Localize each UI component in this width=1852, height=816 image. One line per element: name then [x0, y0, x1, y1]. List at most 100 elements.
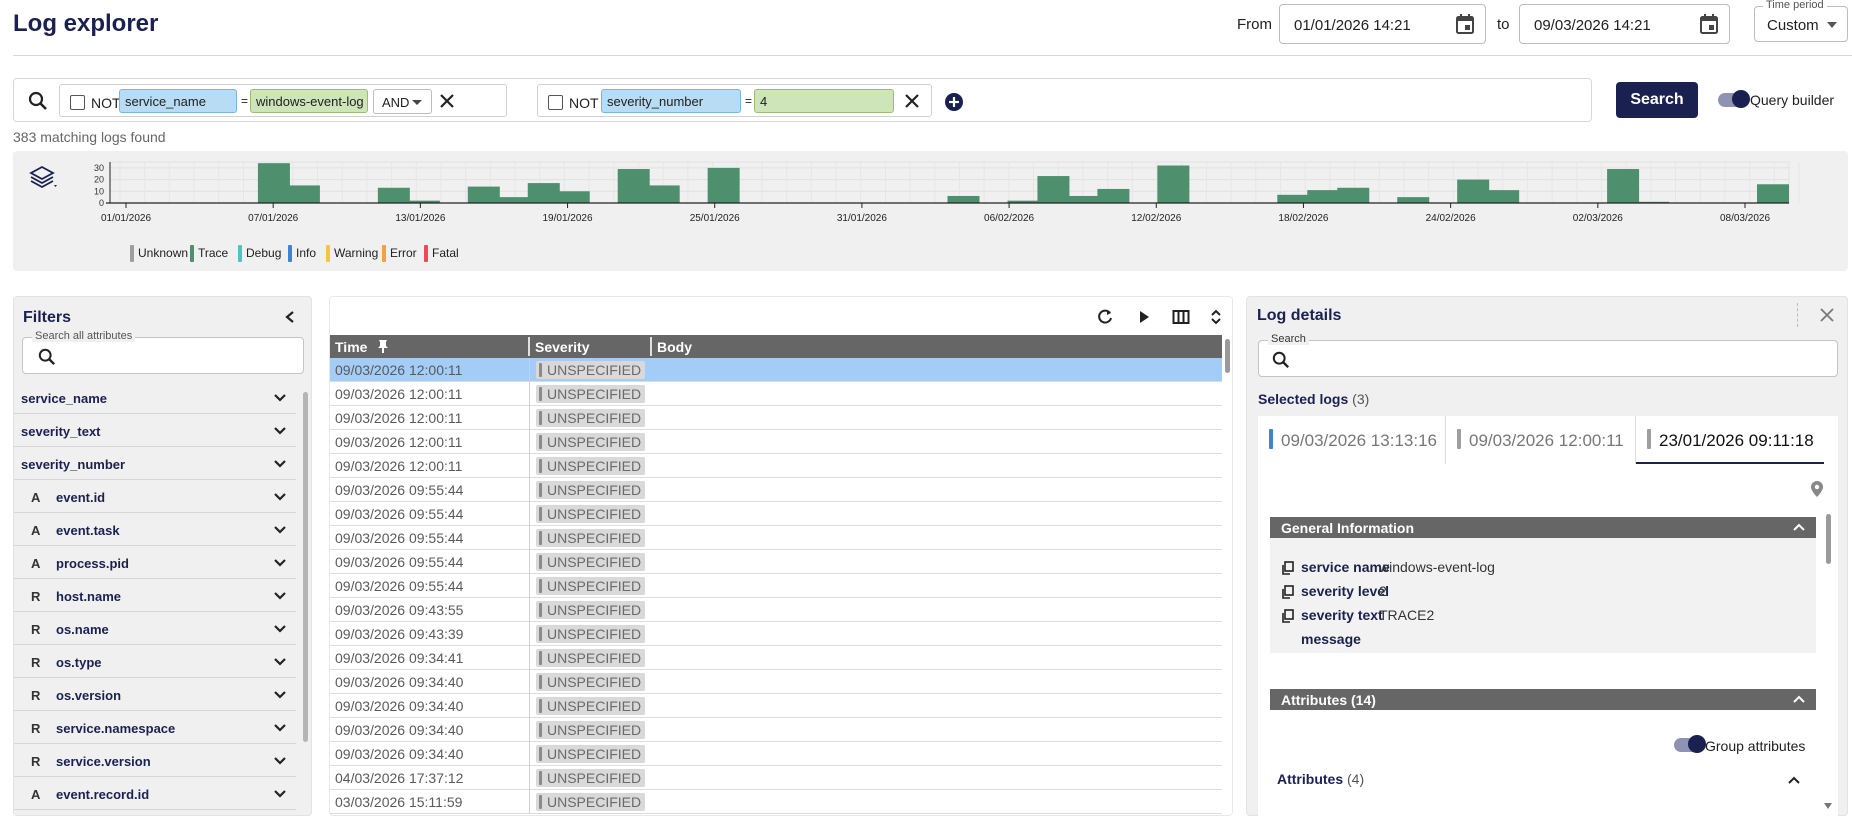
- not-checkbox[interactable]: [548, 95, 563, 110]
- attributes-header[interactable]: Attributes (14): [1270, 689, 1816, 710]
- chevron-left-icon[interactable]: [283, 310, 297, 324]
- expand-icon[interactable]: [1209, 308, 1223, 326]
- column-header-body[interactable]: Body: [657, 339, 692, 355]
- copy-icon[interactable]: [1281, 561, 1294, 575]
- table-row[interactable]: 09/03/2026 09:55:44 UNSPECIFIED: [330, 526, 1222, 550]
- close-icon[interactable]: [1815, 303, 1839, 327]
- filter-item[interactable]: Rservice.namespace: [14, 711, 296, 744]
- chevron-down-icon[interactable]: [273, 623, 287, 635]
- filter-item[interactable]: Rservice.version: [14, 744, 296, 777]
- refresh-icon[interactable]: [1096, 308, 1114, 326]
- calendar-icon[interactable]: [1699, 13, 1719, 35]
- copy-icon[interactable]: [1281, 585, 1294, 599]
- histogram-bar[interactable]: [467, 186, 500, 203]
- details-scrollbar[interactable]: [1826, 514, 1831, 564]
- search-button[interactable]: Search: [1616, 82, 1698, 118]
- table-row[interactable]: 09/03/2026 12:00:11 UNSPECIFIED: [330, 358, 1222, 382]
- filter-item[interactable]: Ros.type: [14, 645, 296, 678]
- column-divider[interactable]: [650, 337, 652, 356]
- filter-item[interactable]: severity_number: [14, 447, 296, 480]
- general-information-header[interactable]: General Information: [1270, 517, 1816, 538]
- columns-icon[interactable]: [1172, 308, 1190, 326]
- column-header-time[interactable]: Time: [335, 339, 367, 355]
- copy-icon[interactable]: [1281, 609, 1294, 623]
- histogram-bar[interactable]: [1037, 176, 1070, 203]
- histogram-bar[interactable]: [1607, 169, 1640, 203]
- table-row[interactable]: 09/03/2026 12:00:11 UNSPECIFIED: [330, 454, 1222, 478]
- filter-item[interactable]: Aevent.task: [14, 513, 296, 546]
- histogram-bar[interactable]: [947, 195, 980, 203]
- table-row[interactable]: 09/03/2026 09:55:44 UNSPECIFIED: [330, 550, 1222, 574]
- details-search-input[interactable]: Search: [1258, 333, 1838, 377]
- table-row[interactable]: 04/03/2026 17:37:12 UNSPECIFIED: [330, 766, 1222, 790]
- add-clause-icon[interactable]: [944, 92, 964, 112]
- table-scrollbar[interactable]: [1225, 339, 1230, 373]
- histogram-bar[interactable]: [1067, 195, 1100, 203]
- table-row[interactable]: 09/03/2026 09:34:40 UNSPECIFIED: [330, 742, 1222, 766]
- chevron-down-icon[interactable]: [273, 392, 287, 404]
- chevron-down-icon[interactable]: [273, 788, 287, 800]
- filter-item[interactable]: Ros.version: [14, 678, 296, 711]
- group-attributes-toggle[interactable]: [1674, 735, 1706, 753]
- chevron-up-icon[interactable]: [1792, 520, 1806, 534]
- filter-item[interactable]: severity_text: [14, 414, 296, 447]
- tab-log-3[interactable]: 23/01/2026 09:11:18: [1636, 416, 1824, 464]
- table-row[interactable]: 03/03/2026 15:11:59 UNSPECIFIED: [330, 790, 1222, 814]
- table-row[interactable]: 09/03/2026 12:00:11 UNSPECIFIED: [330, 430, 1222, 454]
- histogram-bar[interactable]: [617, 169, 650, 203]
- play-icon[interactable]: [1135, 308, 1153, 326]
- filter-item[interactable]: Aprocess.pid: [14, 546, 296, 579]
- column-divider[interactable]: [528, 337, 530, 356]
- chevron-down-icon[interactable]: [273, 755, 287, 767]
- chevron-down-icon[interactable]: [273, 491, 287, 503]
- attributes-subsection[interactable]: Attributes (4): [1277, 771, 1364, 787]
- not-checkbox[interactable]: [70, 95, 85, 110]
- chevron-down-icon[interactable]: [273, 458, 287, 470]
- histogram-bar[interactable]: [1097, 188, 1130, 203]
- chevron-down-icon[interactable]: [273, 722, 287, 734]
- table-row[interactable]: 09/03/2026 09:34:40 UNSPECIFIED: [330, 670, 1222, 694]
- joiner-select[interactable]: AND: [373, 89, 432, 114]
- table-row[interactable]: 09/03/2026 09:55:44 UNSPECIFIED: [330, 478, 1222, 502]
- pin-icon[interactable]: [376, 339, 390, 354]
- from-date-field[interactable]: 01/01/2026 14:21: [1279, 4, 1486, 44]
- column-header-severity[interactable]: Severity: [535, 339, 589, 355]
- histogram-bar[interactable]: [257, 163, 290, 203]
- chevron-down-icon[interactable]: [273, 557, 287, 569]
- filter-item[interactable]: Aevent.record.id: [14, 777, 296, 810]
- histogram-bar[interactable]: [1277, 194, 1310, 203]
- remove-clause-icon[interactable]: [438, 92, 456, 110]
- scroll-down-arrow-icon[interactable]: [1824, 803, 1832, 809]
- histogram-bar[interactable]: [497, 197, 530, 203]
- attribute-search-input[interactable]: Search all attributes: [22, 330, 304, 374]
- remove-clause-icon[interactable]: [903, 92, 921, 110]
- table-row[interactable]: 09/03/2026 09:43:39 UNSPECIFIED: [330, 622, 1222, 646]
- query-builder-toggle[interactable]: [1718, 90, 1750, 108]
- location-pin-icon[interactable]: [1810, 480, 1824, 498]
- time-period-select[interactable]: Time period Custom: [1754, 0, 1848, 42]
- histogram-bar[interactable]: [647, 185, 680, 203]
- histogram-bar[interactable]: [557, 191, 590, 203]
- tab-log-1[interactable]: 09/03/2026 13:13:16: [1258, 416, 1446, 464]
- histogram-bar[interactable]: [1337, 187, 1370, 203]
- histogram-bar[interactable]: [1757, 184, 1789, 203]
- chevron-down-icon[interactable]: [273, 425, 287, 437]
- filter-item[interactable]: Rhost.name: [14, 579, 296, 612]
- filters-scrollbar[interactable]: [303, 392, 308, 742]
- table-row[interactable]: 09/03/2026 09:34:40 UNSPECIFIED: [330, 718, 1222, 742]
- calendar-icon[interactable]: [1455, 13, 1475, 35]
- histogram-bar[interactable]: [1397, 197, 1430, 203]
- tab-log-2[interactable]: 09/03/2026 12:00:11: [1446, 416, 1636, 464]
- filter-item[interactable]: service_name: [14, 381, 296, 414]
- histogram-bar[interactable]: [1487, 190, 1520, 203]
- histogram-bar[interactable]: [707, 167, 740, 203]
- histogram-bar[interactable]: [1157, 165, 1190, 203]
- chevron-up-icon[interactable]: [1792, 692, 1806, 706]
- filter-item[interactable]: Ros.name: [14, 612, 296, 645]
- table-row[interactable]: 09/03/2026 12:00:11 UNSPECIFIED: [330, 406, 1222, 430]
- table-row[interactable]: 09/03/2026 12:00:11 UNSPECIFIED: [330, 382, 1222, 406]
- histogram-bar[interactable]: [527, 183, 560, 203]
- table-row[interactable]: 09/03/2026 09:43:55 UNSPECIFIED: [330, 598, 1222, 622]
- histogram-bar[interactable]: [1457, 179, 1490, 203]
- chevron-down-icon[interactable]: [273, 656, 287, 668]
